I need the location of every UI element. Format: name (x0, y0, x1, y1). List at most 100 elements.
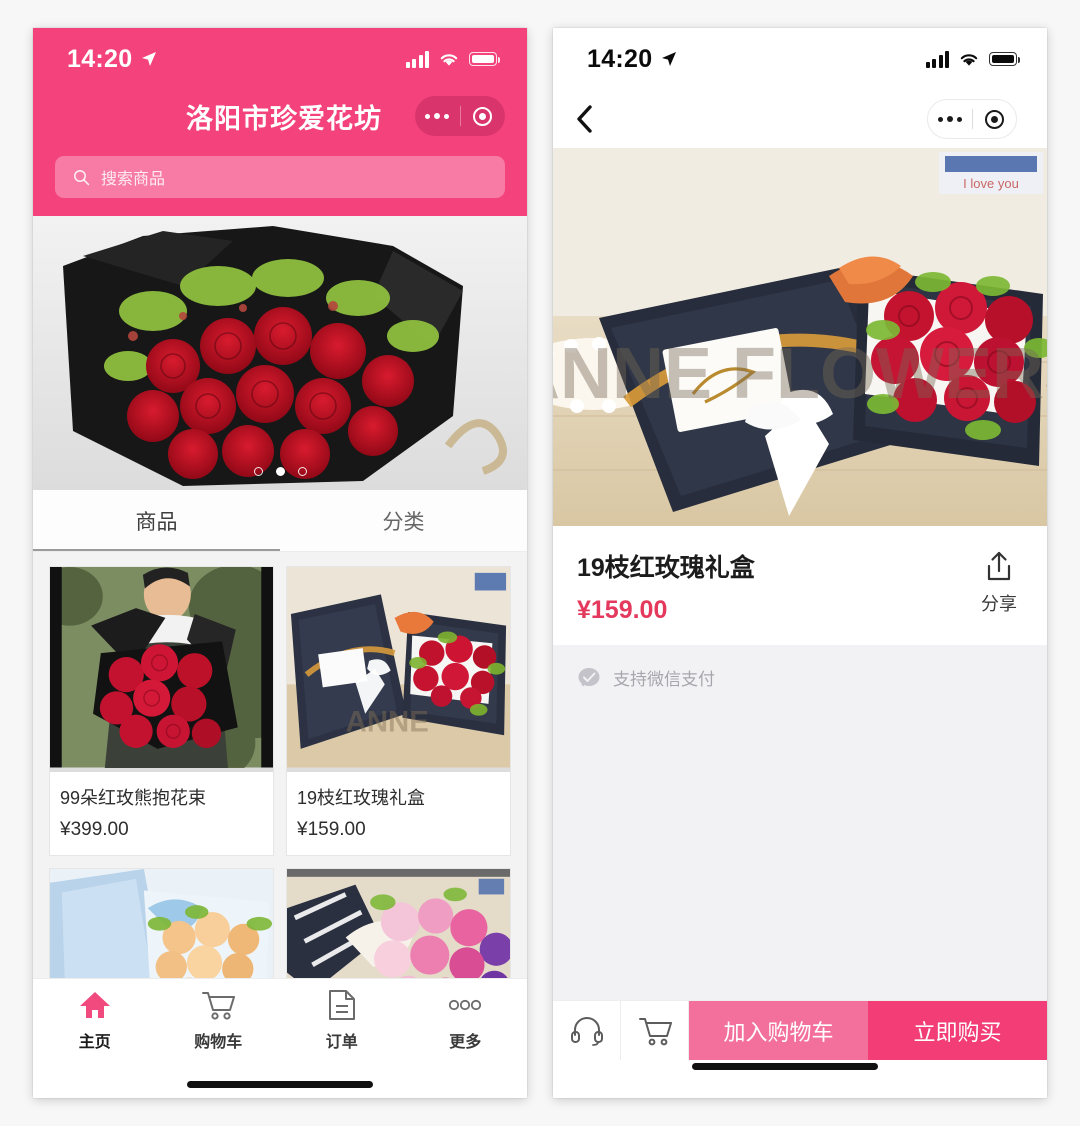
battery-full-icon (989, 52, 1020, 66)
share-button[interactable]: 分享 (981, 548, 1025, 616)
share-upload-icon (987, 551, 1011, 581)
product-detail-title: 19枝红玫瑰礼盒 (577, 554, 755, 582)
add-to-cart-button[interactable]: 加入购物车 (689, 1001, 868, 1060)
wechat-capsule-menu[interactable] (927, 99, 1017, 139)
tab-categories[interactable]: 分类 (280, 490, 527, 552)
wifi-icon (960, 53, 978, 66)
back-chevron-icon[interactable] (575, 104, 593, 134)
product-detail-text: 19枝红玫瑰礼盒 ¥159.00 (577, 548, 981, 625)
product-card[interactable]: ANNE 19枝红玫瑰礼盒 ¥159.00 (286, 566, 511, 856)
banner-carousel[interactable] (33, 216, 527, 490)
carousel-image (33, 216, 527, 490)
product-price: ¥159.00 (297, 819, 366, 840)
tabbar-item-cart[interactable]: 购物车 (157, 988, 281, 1070)
product-detail-price: ¥159.00 (577, 596, 668, 624)
location-arrow-icon (142, 52, 157, 66)
product-hero-image[interactable]: ANNE FLOWERS I love you (553, 148, 1047, 526)
go-to-cart-button[interactable] (621, 1001, 689, 1060)
product-image (287, 869, 510, 978)
status-bar-right (925, 50, 1020, 68)
tabbar-item-more[interactable]: 更多 (404, 988, 528, 1070)
product-card-body: 99朵红玫熊抱花束 ¥399.00 (50, 772, 273, 855)
product-action-bar[interactable]: 加入购物车 立即购买 (553, 1000, 1047, 1060)
customer-service-button[interactable] (553, 1001, 621, 1060)
close-miniprogram-button[interactable] (973, 109, 1017, 129)
ellipsis-menu-button[interactable] (928, 116, 972, 122)
product-card[interactable] (286, 868, 511, 978)
bottom-tab-bar[interactable]: 主页 购物车 订单 更多 (33, 978, 527, 1070)
tabbar-item-orders[interactable]: 订单 (280, 988, 404, 1070)
order-document-icon (328, 988, 356, 1022)
status-bar: 14:20 (553, 28, 1047, 90)
carousel-indicators[interactable] (33, 467, 527, 476)
status-bar-left: 14:20 (67, 45, 157, 74)
battery-full-icon (469, 52, 500, 66)
status-bar: 14:20 (33, 28, 527, 90)
location-arrow-icon (662, 52, 677, 66)
tabbar-label-home: 主页 (78, 1034, 111, 1051)
cellular-signal-icon (405, 50, 429, 68)
more-dots-icon (448, 988, 482, 1022)
wechat-pay-icon (578, 667, 600, 686)
product-name: 99朵红玫熊抱花束 (60, 788, 207, 808)
shop-title: 洛阳市珍爱花坊 (186, 103, 382, 134)
status-time: 14:20 (67, 44, 133, 73)
product-image (50, 567, 273, 772)
product-price: ¥399.00 (60, 819, 129, 840)
search-input[interactable]: 搜索商品 (55, 156, 505, 198)
buy-now-button[interactable]: 立即购买 (868, 1001, 1047, 1060)
search-icon (74, 169, 90, 185)
wechat-capsule-menu[interactable] (415, 96, 505, 136)
status-time: 14:20 (587, 44, 653, 73)
product-card[interactable] (49, 868, 274, 978)
product-image (50, 869, 273, 978)
wifi-icon (440, 53, 458, 66)
hero-gift-box-image: ANNE FLOWERS I love you (553, 148, 1047, 526)
ellipsis-icon (425, 113, 450, 119)
carousel-dot-0[interactable] (253, 467, 263, 476)
tabbar-label-cart: 购物车 (194, 1034, 243, 1051)
product-card[interactable]: 99朵红玫熊抱花束 ¥399.00 (49, 566, 274, 856)
product-card-body: 19枝红玫瑰礼盒 ¥159.00 (287, 772, 510, 855)
target-circle-icon (984, 109, 1004, 129)
shop-title-bar: 洛阳市珍爱花坊 (55, 90, 505, 142)
red-rose-bouquet-held-image (50, 567, 273, 772)
product-image: ANNE (287, 567, 510, 772)
svg-text:I love you: I love you (963, 176, 1019, 191)
bottom-safe-area (553, 1060, 1047, 1098)
left-phone-shop-home: 14:20 洛阳市珍爱花坊 搜索商品 商品 分类 99朵红玫熊抱花束 ¥399.… (33, 28, 527, 1098)
tabbar-label-more: 更多 (449, 1034, 482, 1051)
close-miniprogram-button[interactable] (461, 106, 506, 126)
shopping-cart-icon (638, 1017, 672, 1045)
headset-service-icon (570, 1016, 603, 1046)
ellipsis-icon (937, 116, 962, 122)
share-label: 分享 (981, 594, 1017, 614)
search-placeholder: 搜索商品 (101, 171, 166, 188)
status-bar-right (405, 50, 500, 68)
carousel-dot-2[interactable] (297, 467, 307, 476)
right-phone-product-detail: 14:20 NNE FLOWER I love you 19枝红玫瑰礼盒 ¥15… (553, 28, 1047, 1098)
payment-support-strip: 支持微信支付 (553, 645, 1047, 710)
status-bar-left: 14:20 (587, 45, 677, 74)
category-tabs[interactable]: 商品 分类 (33, 490, 527, 552)
shopping-cart-icon (201, 988, 236, 1022)
tab-products[interactable]: 商品 (33, 490, 280, 552)
product-grid: 99朵红玫熊抱花束 ¥399.00 ANNE 19枝红玫瑰礼盒 ¥159.00 (49, 566, 511, 978)
cellular-signal-icon (925, 50, 949, 68)
ellipsis-menu-button[interactable] (415, 113, 460, 119)
target-circle-icon (473, 106, 493, 126)
tabbar-label-orders: 订单 (325, 1034, 358, 1051)
red-rose-gift-box-image: ANNE (287, 567, 510, 768)
carousel-dot-1[interactable] (275, 467, 285, 476)
screenshot-stage: 14:20 洛阳市珍爱花坊 搜索商品 商品 分类 99朵红玫熊抱花束 ¥399.… (0, 0, 1080, 1126)
home-indicator (33, 1070, 527, 1098)
home-icon (79, 988, 111, 1022)
detail-nav-bar (553, 90, 1047, 148)
product-name: 19枝红玫瑰礼盒 (297, 788, 426, 808)
champagne-rose-box-image (50, 869, 273, 978)
pink-purple-bouquet-image (287, 869, 510, 978)
product-grid-container: 99朵红玫熊抱花束 ¥399.00 ANNE 19枝红玫瑰礼盒 ¥159.00 (33, 552, 527, 978)
tabbar-item-home[interactable]: 主页 (33, 988, 157, 1070)
detail-empty-area (553, 710, 1047, 1000)
product-detail-info: 19枝红玫瑰礼盒 ¥159.00 分享 (553, 526, 1047, 645)
